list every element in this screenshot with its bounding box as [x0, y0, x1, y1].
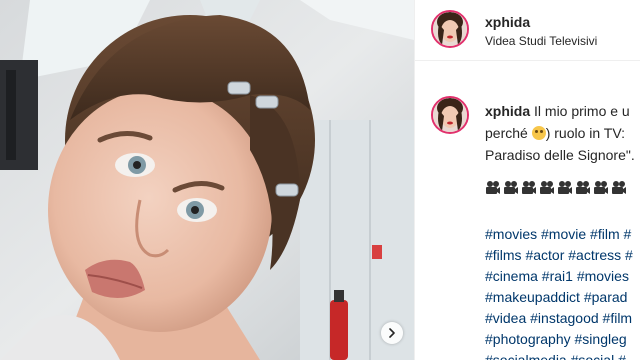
movie-camera-icon [576, 181, 590, 194]
hashtag-line[interactable]: #photography #singleg [485, 329, 640, 350]
caption-username[interactable]: xphida [485, 103, 530, 119]
hashtag-line[interactable]: #socialmedia #social # [485, 350, 640, 360]
movie-camera-icon [486, 181, 500, 194]
caption-text: xphida Il mio primo e u perché ) ruolo i… [485, 100, 640, 166]
movie-camera-icon [504, 181, 518, 194]
hashtag-line[interactable]: #movies #movie #film # [485, 224, 640, 245]
caption-text-2a: perché [485, 125, 532, 141]
movie-camera-icon [558, 181, 572, 194]
avatar[interactable] [431, 10, 469, 48]
hashtag-line[interactable]: #films #actor #actress # [485, 245, 640, 266]
hashtag-line[interactable]: #videa #instagood #film [485, 308, 640, 329]
avatar-image [433, 98, 467, 132]
post-location[interactable]: Videa Studi Televisivi [485, 34, 597, 48]
hashtag-block: #movies #movie #film # #films #actor #act… [485, 224, 640, 360]
post-side-panel: xphida Videa Studi Televisivi xphida Il … [414, 0, 640, 360]
hashtag-line[interactable]: #makeupaddict #parad [485, 287, 640, 308]
hashtag-line[interactable]: #cinema #rai1 #movies [485, 266, 640, 287]
caption-text-2b: ) ruolo in TV: [545, 125, 626, 141]
caption-line-1: xphida Il mio primo e u [485, 100, 640, 122]
selfie-image [0, 0, 414, 360]
movie-emoji-row [485, 180, 627, 196]
chevron-right-icon [389, 328, 395, 338]
post-header: xphida Videa Studi Televisivi [415, 0, 640, 61]
movie-camera-icon [522, 181, 536, 194]
post-username[interactable]: xphida [485, 14, 530, 30]
movie-camera-icon [540, 181, 554, 194]
movie-camera-icon [594, 181, 608, 194]
next-photo-button[interactable] [381, 322, 403, 344]
caption-text-1: Il mio primo e u [534, 103, 630, 119]
post-photo[interactable] [0, 0, 414, 360]
avatar-image [433, 12, 467, 46]
rolling-laughing-emoji-icon [531, 126, 546, 140]
caption-avatar[interactable] [431, 96, 469, 134]
movie-camera-icon [612, 181, 626, 194]
caption-line-3: Paradiso delle Signore". [485, 147, 635, 163]
caption-line-2: perché ) ruolo in TV: [485, 122, 640, 144]
